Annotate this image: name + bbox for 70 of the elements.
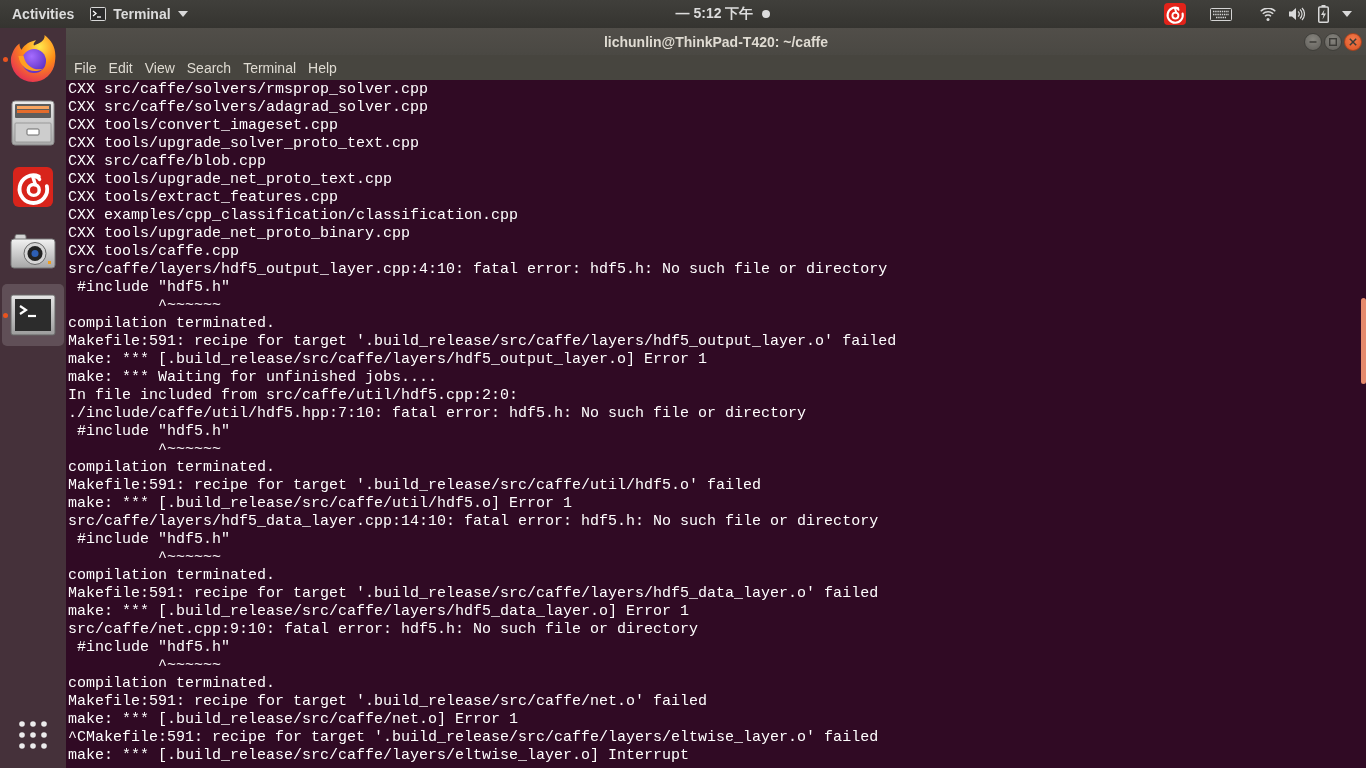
scrollbar-thumb[interactable] [1361, 298, 1366, 384]
menu-item[interactable]: Edit [102, 55, 139, 80]
terminal-line: compilation terminated. [68, 315, 276, 333]
terminal-line: Makefile:591: recipe for target '.build_release/src/caffe/layers/hdf5_data_layer.o' failed [68, 585, 879, 603]
terminal-line: Makefile:591: recipe for target '.build_release/src/caffe/layers/hdf5_output_layer.o' failed [68, 333, 897, 351]
menu-item[interactable]: Search [180, 55, 238, 80]
terminal-line: make: *** [.build_release/src/caffe/layers/hdf5_data_layer.o] Error 1 [68, 603, 690, 621]
terminal-line: #include "hdf5.h" [76, 639, 231, 657]
window-title: lichunlin@ThinkPad-T420: ~/caffe [603, 33, 829, 50]
minimize-button[interactable] [1304, 32, 1322, 51]
terminal-line: CXX src/caffe/solvers/rmsprop_solver.cpp [68, 81, 429, 99]
keyboard-icon [1210, 7, 1232, 21]
terminal-line: make: *** [.build_release/src/caffe/net.o] Error 1 [68, 711, 519, 729]
terminal-line: #include "hdf5.h" [76, 279, 231, 297]
battery-icon [1318, 5, 1329, 23]
terminal-icon [10, 294, 56, 336]
terminal-line: make: *** Waiting for unfinished jobs.... [68, 369, 438, 387]
caret-icon [1342, 11, 1352, 17]
swirl-tile-icon [13, 167, 53, 207]
terminal-line: make: *** [.build_release/src/caffe/layers/hdf5_output_layer.o] Error 1 [68, 351, 708, 369]
app-menu-button[interactable]: Terminal [82, 0, 196, 28]
terminal-line: src/caffe/layers/hdf5_output_layer.cpp:4:10: fatal error: hdf5.h: No such file or directory [68, 261, 888, 279]
app-grid-icon [19, 721, 47, 749]
terminal-line: CXX src/caffe/solvers/adagrad_solver.cpp [68, 99, 429, 117]
menu-item[interactable]: File [68, 55, 103, 80]
terminal-line: src/caffe/net.cpp:9:10: fatal error: hdf5.h: No such file or directory [68, 621, 699, 639]
volume-icon [1289, 7, 1305, 21]
caret-icon [177, 11, 188, 17]
menu-item[interactable]: Help [302, 55, 343, 80]
terminal-line: Makefile:591: recipe for target '.build_release/src/caffe/net.o' failed [68, 693, 708, 711]
terminal-line: ^~~~~~~ [157, 441, 222, 459]
menu-item[interactable]: View [138, 55, 181, 80]
terminal-icon [90, 7, 107, 21]
terminal-line: Makefile:591: recipe for target '.build_release/src/caffe/util/hdf5.o' failed [68, 477, 762, 495]
file-cabinet-icon [11, 100, 55, 146]
menu-item[interactable]: Terminal [237, 55, 303, 80]
close-icon [1349, 37, 1357, 46]
maximize-button[interactable] [1324, 32, 1342, 51]
terminal-line: #include "hdf5.h" [76, 423, 231, 441]
terminal-line: In file included from src/caffe/util/hdf5.cpp:2:0: [68, 387, 519, 405]
terminal-line: CXX tools/convert_imageset.cpp [68, 117, 339, 135]
dock-launcher-button[interactable] [2, 284, 64, 346]
terminal-line: compilation terminated. [68, 675, 276, 693]
terminal-line: CXX tools/upgrade_solver_proto_text.cpp [68, 135, 420, 153]
activities-button[interactable]: Activities [4, 0, 83, 28]
terminal-line: CXX tools/extract_features.cpp [68, 189, 339, 207]
terminal-line: ^~~~~~~ [157, 549, 222, 567]
terminal-line: CXX examples/cpp_classification/classification.cpp [68, 207, 519, 225]
terminal-line: compilation terminated. [68, 567, 276, 585]
terminal-line: ^CMakefile:591: recipe for target '.build_release/src/caffe/layers/eltwise_layer.o' failed [68, 729, 879, 747]
terminal-line: CXX tools/upgrade_net_proto_binary.cpp [68, 225, 411, 243]
clock-button[interactable]: — 5:12 下午 [667, 0, 779, 28]
wifi-icon [1260, 7, 1276, 21]
terminal-line: compilation terminated. [68, 459, 276, 477]
terminal-line: CXX src/caffe/blob.cpp [68, 153, 267, 171]
terminal-line: make: *** [.build_release/src/caffe/util/hdf5.o] Error 1 [68, 495, 573, 513]
terminal-line: ./include/caffe/util/hdf5.hpp:7:10: fatal error: hdf5.h: No such file or directory [68, 405, 807, 423]
maximize-icon [1329, 37, 1337, 46]
flame-globe-icon [8, 34, 58, 84]
terminal-line: #include "hdf5.h" [76, 531, 231, 549]
terminal-line: CXX tools/caffe.cpp [68, 243, 240, 261]
terminal-line: src/caffe/layers/hdf5_data_layer.cpp:14:10: fatal error: hdf5.h: No such file or directory [68, 513, 879, 531]
swirl-tile-icon [1164, 3, 1186, 25]
close-button[interactable] [1344, 32, 1362, 51]
terminal-line: ^~~~~~~ [157, 657, 222, 675]
terminal-line: CXX tools/upgrade_net_proto_text.cpp [68, 171, 393, 189]
terminal-line: ^~~~~~~ [157, 297, 222, 315]
camera-icon [10, 233, 56, 269]
terminal-line: make: *** [.build_release/src/caffe/layers/eltwise_layer.o] Interrupt [68, 747, 690, 765]
notification-dot-icon [762, 10, 771, 18]
